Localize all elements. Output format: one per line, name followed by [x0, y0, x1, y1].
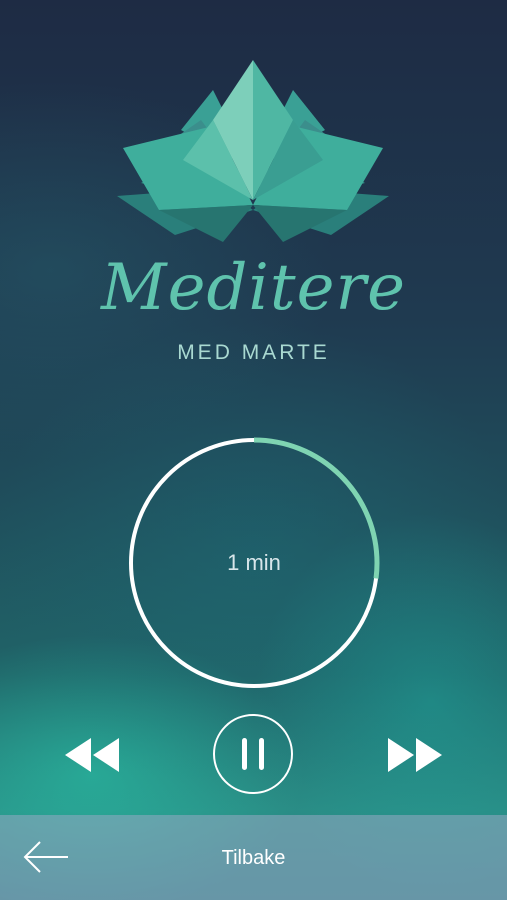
- app-subtitle: MED MARTE: [177, 341, 330, 364]
- app-title: Meditere: [101, 251, 406, 325]
- timer-label: 1 min: [227, 550, 281, 575]
- rewind-button[interactable]: [58, 730, 124, 780]
- back-label[interactable]: Tilbake: [0, 844, 507, 872]
- lotus-icon: [113, 60, 393, 245]
- pause-button[interactable]: [213, 714, 293, 794]
- bottom-nav-bar: Tilbake: [0, 815, 507, 900]
- rewind-icon: [65, 738, 119, 772]
- timer-progress-ring: 1 min: [128, 437, 380, 689]
- pause-icon: [242, 738, 264, 770]
- fast-forward-icon: [388, 738, 442, 772]
- fast-forward-button[interactable]: [383, 730, 449, 780]
